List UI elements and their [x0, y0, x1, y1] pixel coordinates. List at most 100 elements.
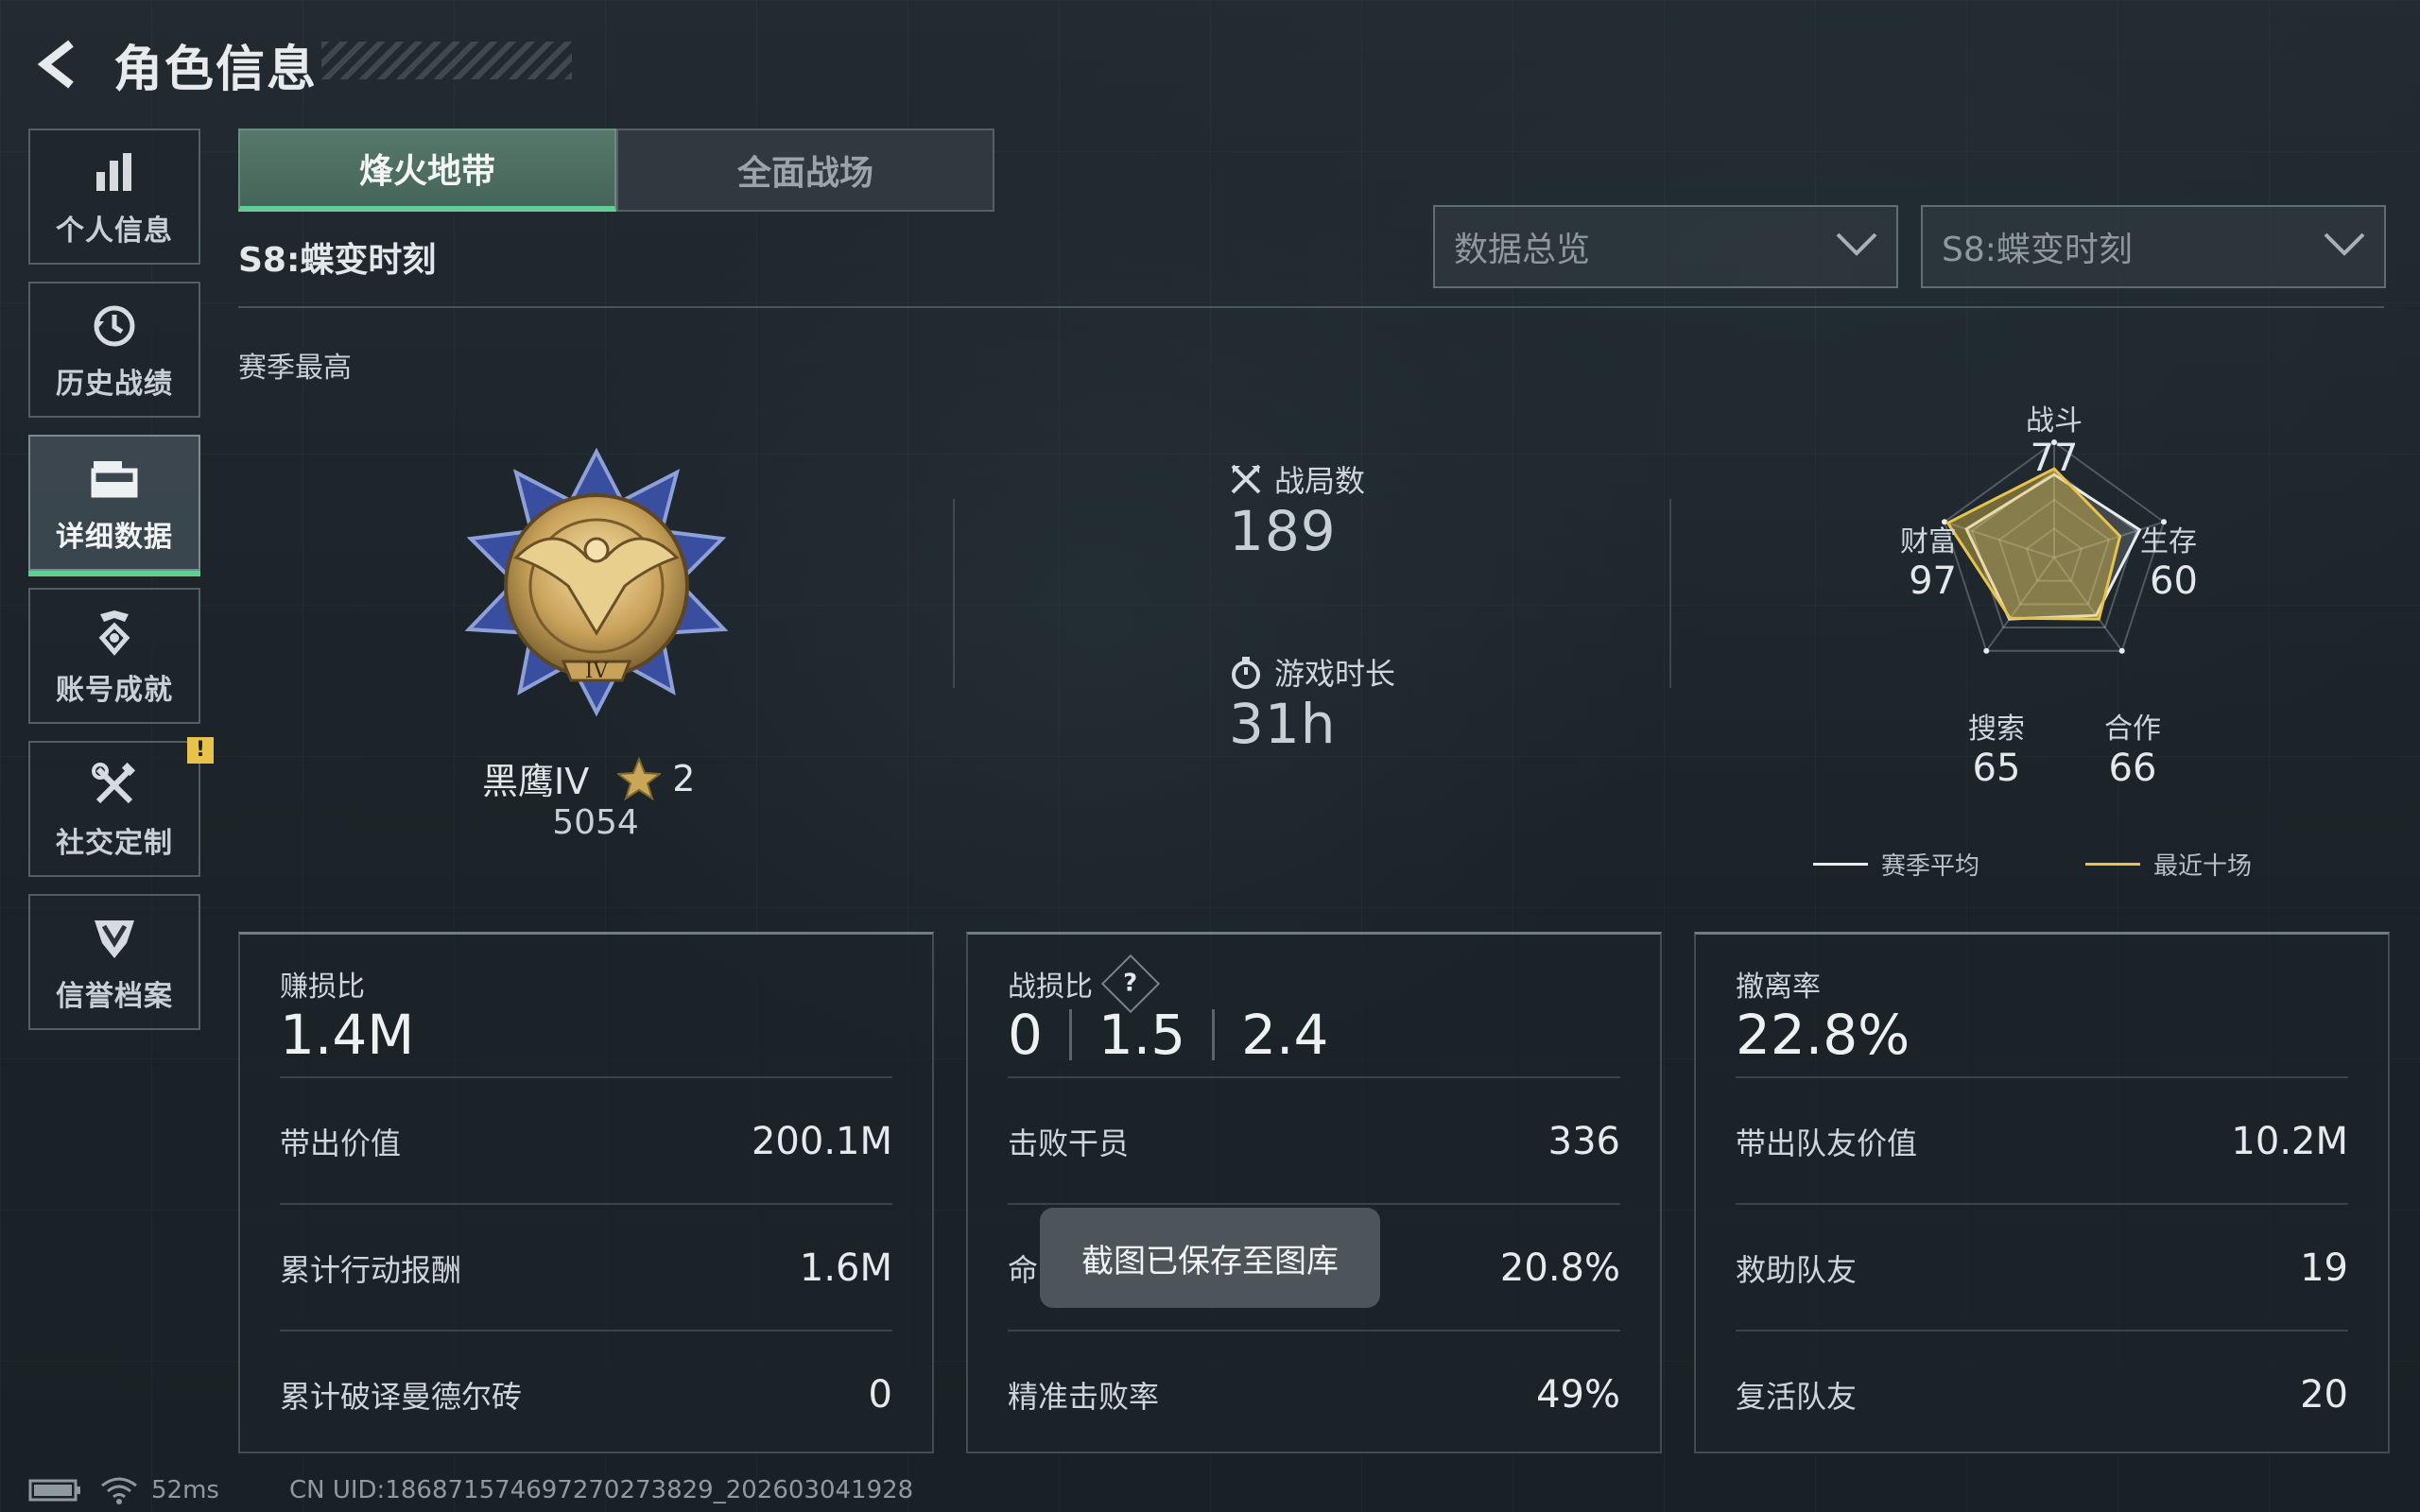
row-label: 带出价值 [280, 1125, 402, 1161]
row-value: 19 [2300, 1246, 2348, 1290]
page-title: 角色信息 [113, 41, 319, 98]
legend-season-avg: 赛季平均 [1813, 847, 1979, 882]
legend-label: 赛季平均 [1881, 852, 1980, 881]
playtime-label: 游戏时长 [1274, 656, 1396, 692]
sidebar-item-social[interactable]: ! 社交定制 [28, 737, 214, 877]
card-big-value: 1.4M [280, 1003, 415, 1067]
stopwatch-icon [1229, 655, 1263, 689]
radar-label-cooperation: 合作 [2104, 713, 2161, 746]
radar-label-wealth: 财富 [1900, 525, 1957, 558]
legend-label: 最近十场 [2153, 852, 2253, 881]
view-select-value: 数据总览 [1454, 231, 1591, 269]
radar-chart: 战斗 77 生存 60 合作 66 搜索 65 财富 97 [1853, 397, 2382, 813]
tab-full-battlefield[interactable]: 全面战场 [616, 129, 994, 212]
row-label: 精准击败率 [1008, 1379, 1160, 1415]
table-row: 击败干员 336 [1008, 1076, 1620, 1205]
row-label: 复活队友 [1736, 1379, 1858, 1415]
value-separator [1212, 1009, 1216, 1060]
radar-label-search: 搜索 [1968, 713, 2025, 746]
section-divider [953, 499, 955, 688]
title-decoration [321, 42, 572, 79]
row-value: 49% [1536, 1373, 1620, 1417]
sidebar-item-personal-info[interactable]: 个人信息 [28, 129, 200, 265]
playtime-value: 31h [1229, 692, 1337, 756]
row-value: 200.1M [751, 1120, 892, 1163]
row-label: 命 [1008, 1252, 1039, 1288]
profit-card: 赚损比 1.4M 带出价值 200.1M 累计行动报酬 1.6M 累计破译曼德尔… [238, 932, 934, 1453]
sidebar: 个人信息 历史战绩 详细数据 账号成就 ! 社交定制 信誉档案 [28, 129, 214, 1047]
sidebar-item-label: 社交定制 [56, 827, 173, 860]
legend-line-gold [2085, 863, 2140, 866]
radar-label-combat: 战斗 [2026, 404, 2083, 438]
row-label: 累计行动报酬 [280, 1252, 462, 1288]
season-best-label: 赛季最高 [238, 352, 352, 385]
table-row: 带出价值 200.1M [280, 1076, 892, 1205]
radar-value-search: 65 [1972, 747, 2021, 790]
sidebar-item-history[interactable]: 历史战绩 [28, 282, 200, 418]
wifi-icon [100, 1476, 138, 1504]
chevron-down-icon [1836, 232, 1877, 261]
row-value: 0 [868, 1373, 892, 1417]
row-value: 20 [2300, 1373, 2348, 1417]
notification-badge: ! [187, 737, 214, 764]
playtime-label-row: 游戏时长 [1229, 650, 1395, 694]
card-big-values: 0 1.5 2.4 [1008, 1003, 1328, 1067]
rank-score: 5054 [552, 803, 639, 842]
radar-value-survival: 60 [2150, 559, 2198, 603]
radar-label-survival: 生存 [2140, 525, 2197, 558]
crossed-swords-icon [1229, 462, 1263, 496]
season-select[interactable]: S8:蝶变时刻 [1921, 205, 2386, 288]
combat-card: 战损比 ? 0 1.5 2.4 击败干员 336 命 20.8% 精准击败率 4… [966, 932, 1662, 1453]
sidebar-item-detailed-data[interactable]: 详细数据 [28, 435, 200, 576]
table-row: 累计行动报酬 1.6M [280, 1203, 892, 1332]
emblem-numeral: IV [585, 660, 610, 683]
card-big-value: 22.8% [1736, 1003, 1910, 1067]
legend-line-white [1813, 863, 1868, 866]
radar-value-wealth: 97 [1909, 559, 1957, 603]
table-row: 精准击败率 49% [1008, 1330, 1620, 1458]
table-row: 救助队友 19 [1736, 1203, 2348, 1332]
bar-chart-icon [86, 145, 143, 201]
card-title: 撤离率 [1736, 971, 1821, 1004]
sidebar-item-label: 信誉档案 [56, 980, 173, 1013]
card-title: 战损比 [1008, 971, 1093, 1004]
screenshot-saved-toast: 截图已保存至图库 [1040, 1208, 1380, 1308]
ping-value: 52ms [151, 1476, 219, 1504]
rank-name: 黑鹰IV [482, 761, 590, 802]
tab-hazard-zone[interactable]: 烽火地带 [238, 129, 616, 212]
kd-value-2: 1.5 [1098, 1003, 1186, 1067]
radar-value-combat: 77 [2030, 437, 2079, 480]
card-title: 赚损比 [280, 971, 365, 1004]
achievement-icon [86, 604, 143, 661]
table-row: 带出队友价值 10.2M [1736, 1076, 2348, 1205]
status-footer: 52ms CN UID:18687157469727027382​9_20260… [28, 1476, 913, 1504]
view-select[interactable]: 数据总览 [1433, 205, 1898, 288]
shield-emblem-icon [86, 910, 143, 967]
history-clock-icon [86, 298, 143, 354]
row-value: 20.8% [1499, 1246, 1620, 1290]
radar-axis-dot [1983, 647, 1990, 654]
kd-value-1: 0 [1008, 1003, 1043, 1067]
row-value: 10.2M [2231, 1120, 2348, 1163]
value-separator [1068, 1009, 1072, 1060]
battery-icon [28, 1478, 81, 1503]
radar-series-recent-ten [1945, 467, 2122, 621]
tools-icon [86, 757, 143, 814]
sidebar-item-label: 账号成就 [56, 674, 173, 707]
back-arrow-icon[interactable] [26, 31, 93, 97]
sidebar-item-label: 个人信息 [56, 215, 173, 248]
sidebar-item-label: 历史战绩 [56, 368, 173, 401]
matches-label: 战局数 [1274, 463, 1366, 499]
row-label: 击败干员 [1008, 1125, 1130, 1161]
row-label: 带出队友价值 [1736, 1125, 1918, 1161]
sidebar-item-achievements[interactable]: 账号成就 [28, 588, 200, 724]
rank-stars: 2 [672, 757, 696, 799]
table-row: 累计破译曼德尔砖 0 [280, 1330, 892, 1458]
chevron-down-icon [2324, 232, 2365, 261]
sidebar-item-reputation[interactable]: 信誉档案 [28, 894, 200, 1030]
matches-label-row: 战局数 [1229, 457, 1365, 501]
legend-recent-ten: 最近十场 [2085, 847, 2252, 882]
star-icon [617, 756, 662, 800]
row-value: 336 [1547, 1120, 1620, 1163]
row-label: 救助队友 [1736, 1252, 1858, 1288]
